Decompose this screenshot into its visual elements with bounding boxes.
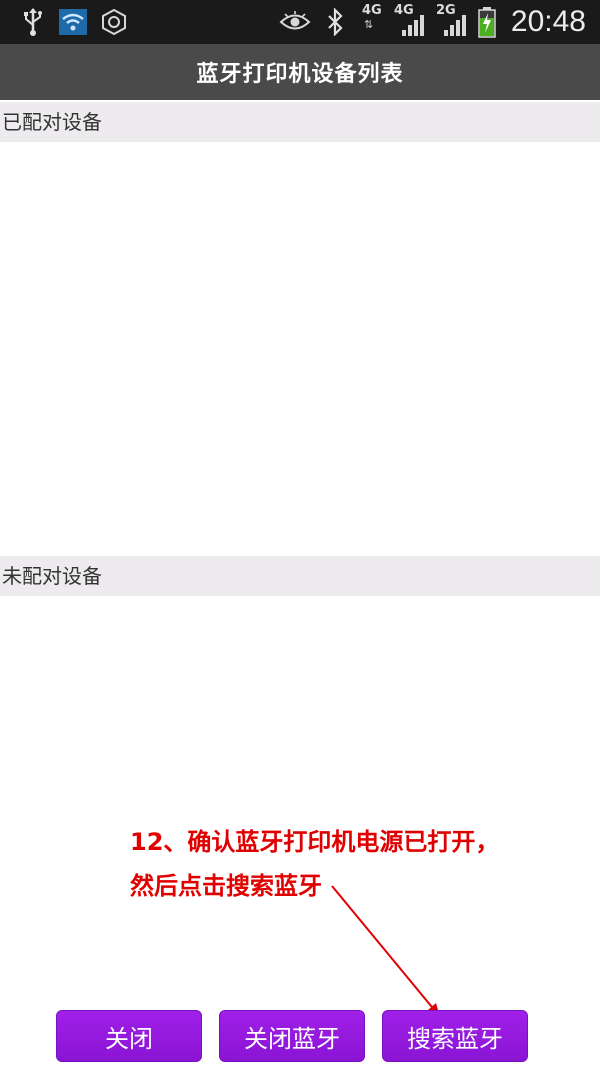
paired-devices-header: 已配对设备 <box>0 102 600 142</box>
paired-devices-list[interactable] <box>0 142 600 556</box>
usb-icon <box>18 0 48 44</box>
unpaired-devices-list[interactable] <box>0 596 600 1000</box>
close-button[interactable]: 关闭 <box>56 1010 202 1062</box>
eye-icon <box>278 0 312 44</box>
close-bluetooth-button[interactable]: 关闭蓝牙 <box>219 1010 365 1062</box>
battery-charging-icon <box>476 0 498 44</box>
annotation-line-1: 12、确认蓝牙打印机电源已打开， <box>130 828 500 856</box>
signal-2g-icon: 2G <box>436 4 480 40</box>
settings-hex-icon <box>100 0 128 44</box>
annotation-line-2: 然后点击搜索蓝牙 <box>130 872 322 900</box>
bluetooth-icon <box>322 0 348 44</box>
unpaired-devices-header: 未配对设备 <box>0 556 600 596</box>
search-bluetooth-button[interactable]: 搜索蓝牙 <box>382 1010 528 1062</box>
page-title: 蓝牙打印机设备列表 <box>0 44 600 100</box>
wifi-icon <box>58 0 88 44</box>
status-bar: 4G ⇅ 4G 2G 20:48 <box>0 0 600 44</box>
signal-4g-icon: 4G <box>394 4 438 40</box>
clock: 20:48 <box>510 5 586 38</box>
